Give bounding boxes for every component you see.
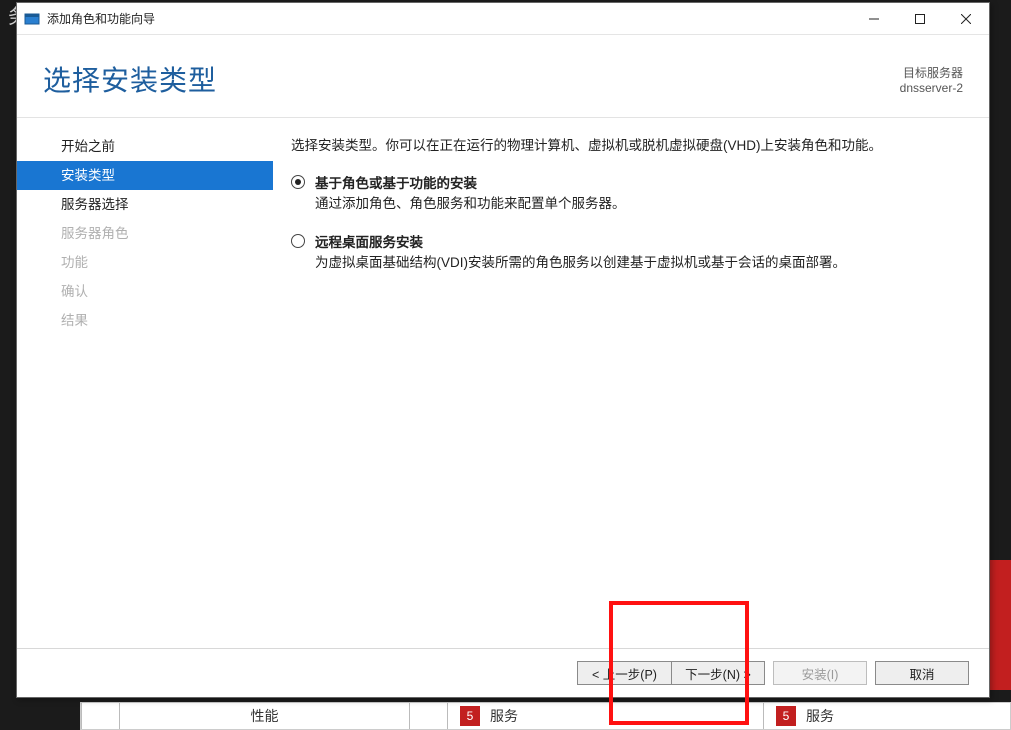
wizard-main: 选择安装类型。你可以在正在运行的物理计算机、虚拟机或脱机虚拟硬盘(VHD)上安装… bbox=[273, 124, 989, 648]
instruction-text: 选择安装类型。你可以在正在运行的物理计算机、虚拟机或脱机虚拟硬盘(VHD)上安装… bbox=[291, 136, 959, 156]
wizard-window: 添加角色和功能向导 选择安装类型 目标服务器 dnsserver-2 开始之前 bbox=[16, 2, 990, 698]
window-controls bbox=[851, 3, 989, 34]
prev-next-group: < 上一步(P) 下一步(N) > bbox=[577, 661, 765, 685]
wizard-nav: 开始之前 安装类型 服务器选择 服务器角色 功能 确认 结果 bbox=[17, 124, 273, 648]
titlebar[interactable]: 添加角色和功能向导 bbox=[17, 3, 989, 35]
bg-bottom-strip: 性能 5 服务 5 服务 bbox=[80, 702, 1011, 730]
previous-button[interactable]: < 上一步(P) bbox=[577, 661, 671, 685]
close-button[interactable] bbox=[943, 3, 989, 34]
option-title: 基于角色或基于功能的安装 bbox=[315, 172, 959, 192]
maximize-button[interactable] bbox=[897, 3, 943, 34]
next-button[interactable]: 下一步(N) > bbox=[671, 661, 765, 685]
option-rds-install[interactable]: 远程桌面服务安装 为虚拟桌面基础结构(VDI)安装所需的角色服务以创建基于虚拟机… bbox=[291, 231, 959, 273]
header-divider bbox=[17, 117, 989, 118]
wizard-body: 选择安装类型 目标服务器 dnsserver-2 开始之前 安装类型 服务器选择… bbox=[17, 35, 989, 697]
nav-before-begin[interactable]: 开始之前 bbox=[17, 132, 273, 161]
wizard-content: 开始之前 安装类型 服务器选择 服务器角色 功能 确认 结果 选择安装类型。你可… bbox=[17, 124, 989, 648]
target-label: 目标服务器 bbox=[900, 64, 963, 81]
window-title: 添加角色和功能向导 bbox=[47, 10, 851, 27]
app-icon bbox=[24, 11, 40, 27]
bg-badge-b: 5 bbox=[776, 706, 796, 726]
bg-cell-services-b: 5 服务 bbox=[763, 703, 1010, 729]
nav-server-roles: 服务器角色 bbox=[17, 219, 273, 248]
option-desc: 通过添加角色、角色服务和功能来配置单个服务器。 bbox=[315, 194, 959, 214]
bg-cell-services-a: 5 服务 bbox=[447, 703, 763, 729]
radio-icon[interactable] bbox=[291, 234, 305, 248]
nav-install-type[interactable]: 安装类型 bbox=[17, 161, 273, 190]
option-texts: 远程桌面服务安装 为虚拟桌面基础结构(VDI)安装所需的角色服务以创建基于虚拟机… bbox=[315, 231, 959, 273]
wizard-footer: < 上一步(P) 下一步(N) > 安装(I) 取消 bbox=[17, 649, 989, 697]
bg-cell-services-a-label: 服务 bbox=[490, 706, 518, 726]
wizard-header: 选择安装类型 目标服务器 dnsserver-2 bbox=[17, 35, 989, 117]
bg-cell-gap1 bbox=[409, 703, 447, 729]
cancel-button[interactable]: 取消 bbox=[875, 661, 969, 685]
option-title: 远程桌面服务安装 bbox=[315, 231, 959, 251]
nav-server-selection[interactable]: 服务器选择 bbox=[17, 190, 273, 219]
nav-confirm: 确认 bbox=[17, 277, 273, 306]
option-texts: 基于角色或基于功能的安装 通过添加角色、角色服务和功能来配置单个服务器。 bbox=[315, 172, 959, 214]
bg-cell-services-b-label: 服务 bbox=[806, 706, 834, 726]
page-heading: 选择安装类型 bbox=[43, 59, 217, 99]
bg-cell-performance: 性能 bbox=[119, 703, 409, 729]
nav-results: 结果 bbox=[17, 306, 273, 335]
bg-red-bar bbox=[989, 560, 1011, 690]
bg-badge-a: 5 bbox=[460, 706, 480, 726]
option-desc: 为虚拟桌面基础结构(VDI)安装所需的角色服务以创建基于虚拟机或基于会话的桌面部… bbox=[315, 253, 959, 273]
nav-features: 功能 bbox=[17, 248, 273, 277]
bg-cell-empty-left bbox=[81, 703, 119, 729]
install-button: 安装(I) bbox=[773, 661, 867, 685]
bg-cell-performance-label: 性能 bbox=[251, 706, 279, 726]
radio-icon[interactable] bbox=[291, 175, 305, 189]
minimize-button[interactable] bbox=[851, 3, 897, 34]
option-role-feature-install[interactable]: 基于角色或基于功能的安装 通过添加角色、角色服务和功能来配置单个服务器。 bbox=[291, 172, 959, 214]
target-server: dnsserver-2 bbox=[900, 81, 963, 95]
target-info: 目标服务器 dnsserver-2 bbox=[900, 64, 963, 95]
